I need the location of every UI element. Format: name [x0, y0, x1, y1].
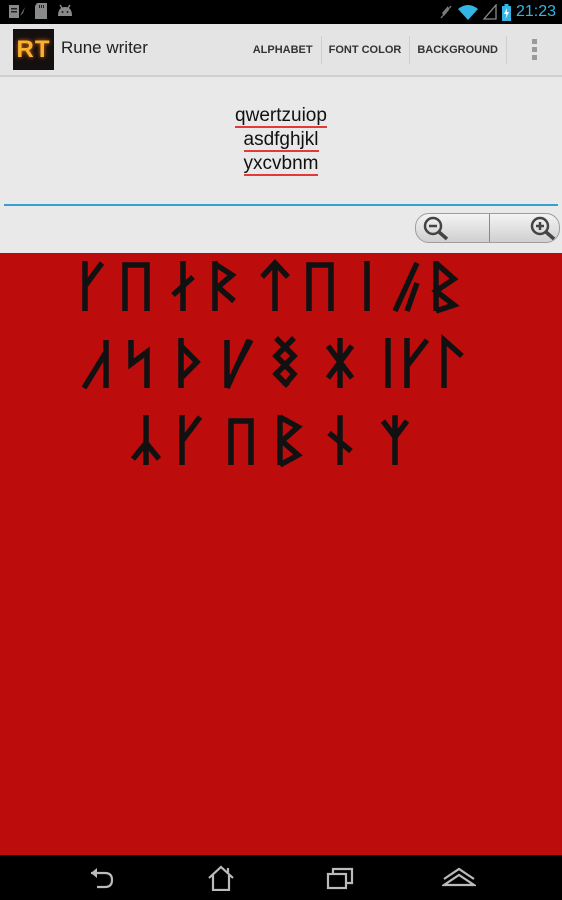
more-options-icon	[531, 39, 537, 60]
wifi-icon	[457, 5, 478, 20]
overflow-menu-button[interactable]	[506, 24, 562, 75]
home-icon	[208, 865, 234, 891]
app-icon[interactable]: RT	[13, 29, 54, 70]
mute-icon	[440, 5, 452, 19]
battery-charging-icon	[501, 3, 511, 21]
navigation-bar	[0, 855, 562, 900]
input-line-1: qwertzuiop	[235, 105, 327, 128]
zoom-in-icon	[530, 216, 556, 241]
background-button[interactable]: BACKGROUND	[409, 24, 506, 75]
app-title: Rune writer	[61, 38, 148, 57]
back-icon	[91, 868, 114, 889]
zoom-in-button[interactable]	[490, 214, 559, 242]
font-color-button[interactable]: FONT COLOR	[320, 24, 410, 75]
rune-i	[392, 261, 420, 313]
rune-b	[327, 415, 353, 465]
back-button[interactable]	[82, 863, 122, 893]
sd-card-icon	[35, 3, 47, 19]
rune-w	[122, 262, 150, 311]
signal-icon	[482, 4, 497, 20]
rune-a	[81, 340, 109, 390]
home-button[interactable]	[201, 863, 241, 893]
rune-x	[179, 415, 203, 465]
menu-up-button[interactable]	[439, 863, 479, 893]
rune-o	[431, 260, 460, 314]
action-bar: RT Rune writer ALPHABET FONT COLOR BACKG…	[0, 24, 562, 77]
rune-y	[130, 415, 162, 465]
notes-icon	[9, 4, 25, 18]
rune-text-input[interactable]: qwertzuiop asdfghjkl yxcvbnm	[4, 104, 558, 206]
rune-h	[325, 338, 355, 388]
input-line-2: asdfghjkl	[243, 129, 319, 152]
android-icon	[58, 4, 72, 16]
rune-g	[272, 336, 298, 388]
rune-l	[441, 333, 464, 388]
rune-d	[178, 338, 201, 388]
rune-output	[81, 258, 464, 468]
rune-z	[306, 262, 334, 311]
rune-f	[224, 338, 254, 390]
recent-apps-icon	[326, 867, 354, 890]
zoom-out-icon	[423, 216, 449, 241]
rune-v	[277, 414, 303, 468]
recent-apps-button[interactable]	[320, 863, 360, 893]
rune-t	[259, 258, 291, 311]
input-line-3: yxcvbnm	[243, 153, 319, 176]
rune-e	[171, 261, 195, 311]
rune-q	[82, 261, 105, 311]
clock: 21:23	[515, 3, 556, 20]
rune-c	[228, 418, 254, 465]
rune-s	[128, 340, 150, 388]
rune-k	[404, 338, 430, 388]
menu-up-icon	[442, 867, 476, 887]
zoom-controls	[415, 213, 560, 243]
input-area: qwertzuiop asdfghjkl yxcvbnm	[0, 77, 562, 253]
rune-r	[212, 261, 237, 311]
alphabet-button[interactable]: ALPHABET	[245, 24, 321, 75]
status-bar: 21:23	[0, 0, 562, 24]
zoom-out-button[interactable]	[416, 214, 490, 242]
rune-canvas	[0, 253, 562, 855]
rune-n	[380, 415, 410, 465]
